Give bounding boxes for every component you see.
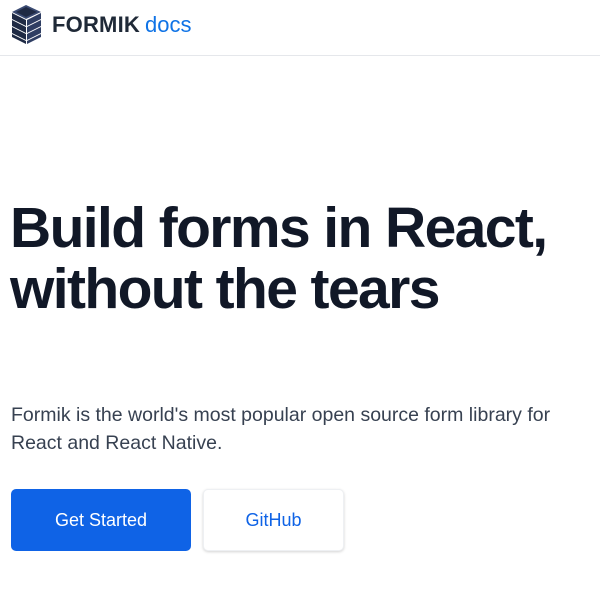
home-brand-link[interactable]: FORMIK docs (11, 4, 191, 46)
top-navigation-bar: FORMIK docs (0, 0, 600, 56)
github-label: GitHub (245, 509, 302, 530)
brand-suffix: docs (144, 12, 192, 37)
brand-name: FORMIK (52, 12, 140, 37)
hero-title: Build forms in React, without the tears (10, 196, 548, 321)
hero-subtitle: Formik is the world's most popular open … (11, 404, 551, 454)
formik-logo-icon (12, 5, 41, 44)
get-started-button[interactable]: Get Started (11, 489, 191, 551)
get-started-label: Get Started (54, 509, 148, 530)
github-button[interactable]: GitHub (203, 489, 344, 551)
